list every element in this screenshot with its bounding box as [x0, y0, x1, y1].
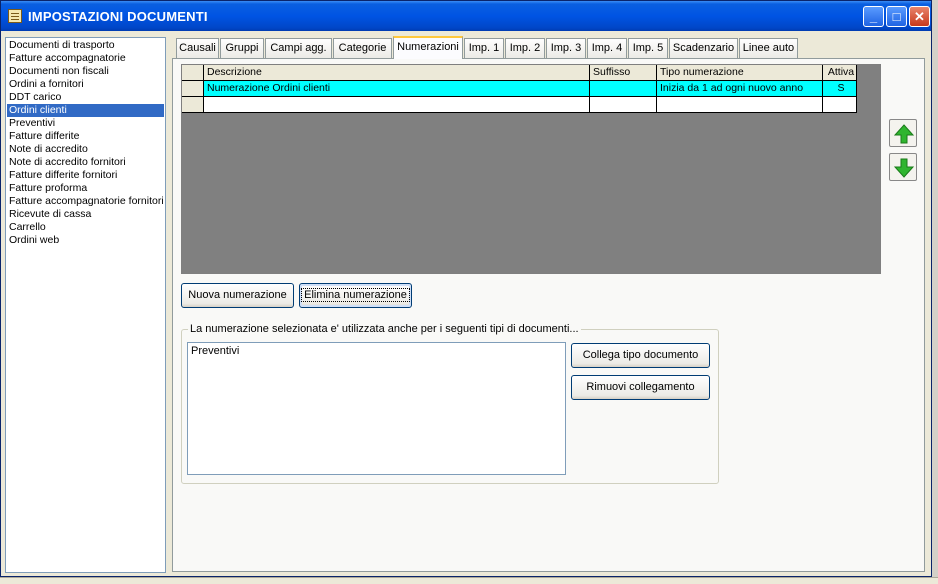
background-window-edge — [932, 0, 938, 584]
delete-numbering-button[interactable]: Elimina numerazione — [299, 283, 412, 308]
tab-gruppi[interactable]: Gruppi — [220, 38, 264, 58]
new-numbering-button[interactable]: Nuova numerazione — [181, 283, 294, 308]
background-taskbar-edge — [0, 577, 938, 584]
grid-new-row-cell[interactable] — [204, 97, 590, 113]
grid-new-row-selector[interactable] — [182, 97, 204, 113]
doc-type-item[interactable]: Ordini web — [7, 234, 164, 247]
doc-type-item[interactable]: Note di accredito — [7, 143, 164, 156]
move-up-button[interactable] — [889, 119, 917, 147]
maximize-icon: □ — [892, 9, 901, 24]
doc-type-item[interactable]: Carrello — [7, 221, 164, 234]
tab-categorie[interactable]: Categorie — [333, 38, 392, 58]
doc-type-item[interactable]: Preventivi — [7, 117, 164, 130]
tab-causali[interactable]: Causali — [176, 38, 219, 58]
doc-type-item[interactable]: Ricevute di cassa — [7, 208, 164, 221]
minimize-button[interactable]: _ — [863, 6, 884, 27]
window-title: IMPOSTAZIONI DOCUMENTI — [28, 9, 208, 24]
grid-column-header[interactable]: Attiva — [823, 65, 857, 81]
remove-link-label: Rimuovi collegamento — [586, 381, 695, 393]
doc-type-item[interactable]: Fatture proforma — [7, 182, 164, 195]
tab-imp-4[interactable]: Imp. 4 — [587, 38, 627, 58]
maximize-button[interactable]: □ — [886, 6, 907, 27]
title-bar[interactable]: IMPOSTAZIONI DOCUMENTI _ □ ✕ — [1, 1, 931, 31]
tab-scadenzario[interactable]: Scadenzario — [669, 38, 738, 58]
tab-imp-2[interactable]: Imp. 2 — [505, 38, 545, 58]
close-button[interactable]: ✕ — [909, 6, 930, 27]
document-settings-icon — [8, 9, 22, 23]
doc-type-item[interactable]: Note di accredito fornitori — [7, 156, 164, 169]
tab-imp-5[interactable]: Imp. 5 — [628, 38, 668, 58]
grid-row-selector[interactable] — [182, 81, 204, 97]
doc-type-item[interactable]: Documenti di trasporto — [7, 39, 164, 52]
doc-type-item[interactable]: Fatture differite fornitori — [7, 169, 164, 182]
link-doc-type-button[interactable]: Collega tipo documento — [571, 343, 710, 368]
document-type-list[interactable]: Documenti di trasporto Fatture accompagna… — [5, 37, 166, 573]
doc-type-item[interactable]: Fatture differite — [7, 130, 164, 143]
grid-column-header[interactable]: Descrizione — [204, 65, 590, 81]
grid-cell[interactable]: S — [823, 81, 857, 97]
link-doc-type-label: Collega tipo documento — [582, 349, 699, 361]
linked-doc-type-item[interactable]: Preventivi — [191, 345, 239, 357]
tab-linee-auto[interactable]: Linee auto — [739, 38, 798, 58]
grid-new-row-cell[interactable] — [657, 97, 823, 113]
arrow-down-icon — [894, 158, 914, 178]
grid-cell[interactable]: Numerazione Ordini clienti — [204, 81, 590, 97]
numbering-grid[interactable]: Descrizione Suffisso Tipo numerazione Attiv… — [181, 64, 881, 274]
delete-numbering-label: Elimina numerazione — [301, 288, 410, 302]
tab-imp-3[interactable]: Imp. 3 — [546, 38, 586, 58]
tab-imp-1[interactable]: Imp. 1 — [464, 38, 504, 58]
grid-column-header[interactable]: Tipo numerazione — [657, 65, 823, 81]
doc-type-item[interactable]: Fatture accompagnatorie — [7, 52, 164, 65]
arrow-up-icon — [894, 124, 914, 144]
doc-type-item[interactable]: Fatture accompagnatorie fornitori — [7, 195, 164, 208]
linked-doc-types-list[interactable]: Preventivi — [187, 342, 566, 475]
tab-campi-agg[interactable]: Campi agg. — [265, 38, 332, 58]
linked-doc-types-label: La numerazione selezionata e' utilizzata… — [188, 323, 581, 335]
grid-corner — [182, 65, 204, 81]
grid-cell[interactable] — [590, 81, 657, 97]
new-numbering-label: Nuova numerazione — [188, 289, 287, 301]
grid-new-row-cell[interactable] — [823, 97, 857, 113]
grid-new-row-cell[interactable] — [590, 97, 657, 113]
grid-column-header[interactable]: Suffisso — [590, 65, 657, 81]
doc-type-item[interactable]: Documenti non fiscali — [7, 65, 164, 78]
close-icon: ✕ — [914, 9, 925, 24]
grid-cell[interactable]: Inizia da 1 ad ogni nuovo anno — [657, 81, 823, 97]
tab-numerazioni[interactable]: Numerazioni — [393, 36, 463, 59]
doc-type-item[interactable]: Ordini a fornitori — [7, 78, 164, 91]
doc-type-item[interactable]: DDT carico — [7, 91, 164, 104]
doc-type-item[interactable]: Ordini clienti — [7, 104, 164, 117]
move-down-button[interactable] — [889, 153, 917, 181]
remove-link-button[interactable]: Rimuovi collegamento — [571, 375, 710, 400]
minimize-icon: _ — [869, 9, 878, 24]
